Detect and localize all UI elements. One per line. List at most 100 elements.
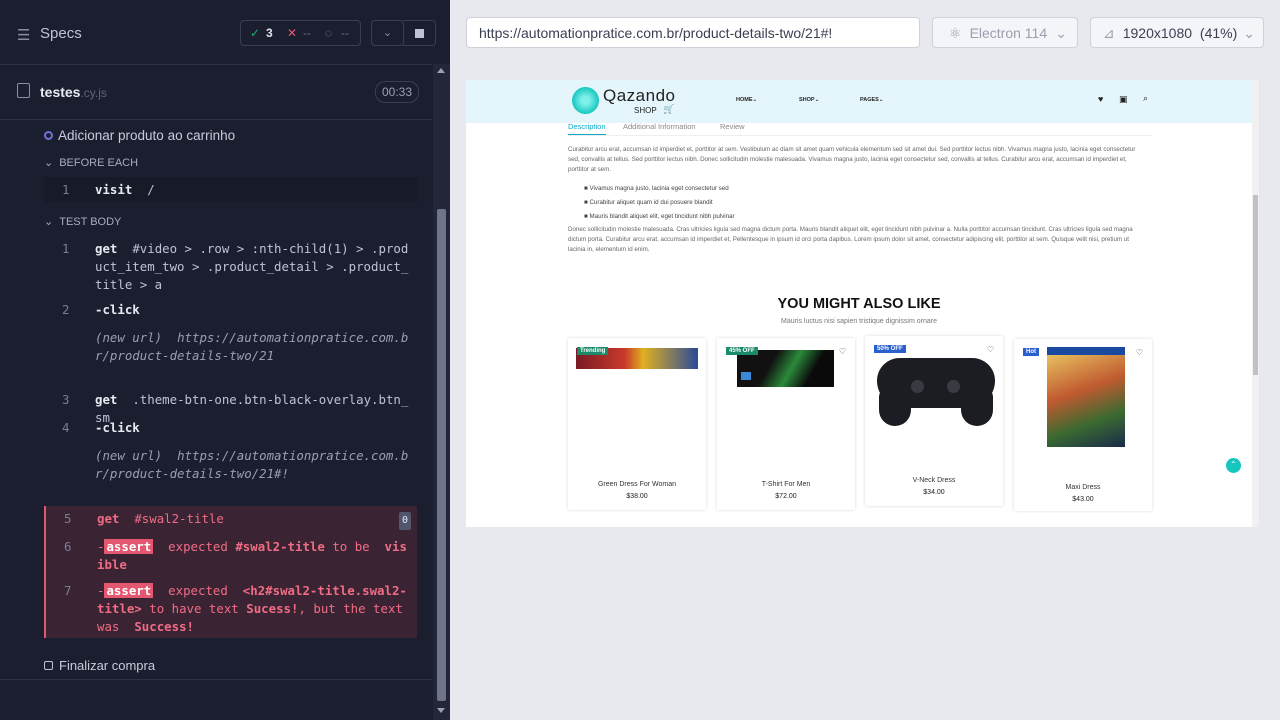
run-duration: 00:33 (375, 81, 420, 103)
tab-additional-information[interactable]: Additional Information (623, 122, 696, 131)
command-row[interactable]: 2 -click (44, 301, 417, 321)
command-body: (new url) https://automationpratice.com.… (95, 447, 411, 483)
chevron-down-icon: ⌄ (1243, 25, 1255, 41)
command-log-scrollbar[interactable] (433, 64, 450, 720)
command-row[interactable]: 3 get .theme-btn-one.btn-black-overlay.b… (44, 391, 417, 425)
section-subtitle: Mauris luctus nisi sapien tristique dign… (780, 318, 937, 325)
before-each-hook[interactable]: ⌄ BEFORE EACH (44, 156, 138, 169)
cart-icon[interactable]: ▣ (1119, 94, 1128, 105)
command-body: -click (95, 301, 411, 319)
viewport-size: 1920x1080 (1122, 25, 1193, 41)
electron-icon: ⚛ (949, 25, 962, 41)
chevron-up-icon: ⌃ (1230, 460, 1237, 469)
product-card[interactable]: Trending ♡ Green Dress For Woman $38.00 (568, 338, 706, 510)
command-name: -click (95, 420, 140, 435)
failed-command-group: 5 get #swal2-title 0 6 - assert expected … (44, 506, 417, 638)
product-card[interactable]: 45% OFF ♡ T-Shirt For Men $72.00 (717, 338, 855, 510)
heart-icon[interactable]: ♡ (1136, 348, 1143, 357)
command-row[interactable]: 1 get #video > .row > :nth-child(1) > .p… (44, 239, 417, 297)
command-number: 2 (62, 302, 70, 317)
command-arg: #swal2-title (134, 511, 224, 526)
product-card[interactable]: Hot ♡ Maxi Dress $43.00 (1014, 339, 1152, 511)
heart-icon[interactable]: ♡ (839, 347, 846, 356)
command-name: get (95, 241, 118, 256)
product-name[interactable]: T-Shirt For Men (717, 481, 855, 488)
nav-pages[interactable]: PAGES⌄ (860, 97, 883, 103)
assert-row[interactable]: 7 - assert expected <h2#swal2-title.swal2… (46, 582, 417, 638)
product-name[interactable]: Green Dress For Woman (568, 481, 706, 488)
description-paragraph: Donec sollicitudin molestie malesuada. C… (568, 226, 1133, 253)
test-body-hook[interactable]: ⌄ TEST BODY (44, 215, 121, 228)
specs-title[interactable]: Specs (40, 25, 82, 42)
scroll-up-arrow[interactable] (437, 68, 445, 73)
search-icon[interactable]: ⌕ (1143, 93, 1148, 104)
new-url-row[interactable]: (new url) https://automationpratice.com.… (44, 329, 417, 383)
product-badge: Trending (577, 347, 609, 355)
logo-text: Qazando (603, 86, 676, 105)
next-test-row[interactable]: Finalizar compra (44, 658, 155, 673)
chevron-down-icon: ⌄ (382, 27, 393, 39)
command-row[interactable]: 5 get #swal2-title 0 (46, 510, 417, 530)
list-item: ■ Curabitur aliquet quam id dui posuere … (584, 199, 713, 206)
aut-iframe[interactable]: Qazando SHOP 🛒 HOME⌄ SHOP⌄ PAGES⌄ ♥ ▣ ⌕ … (466, 80, 1259, 527)
site-logo[interactable]: Qazando SHOP 🛒 (572, 85, 675, 117)
controller-stick (947, 380, 960, 393)
fail-x-icon: ✕ (287, 26, 298, 40)
scrollbar-thumb[interactable] (437, 209, 446, 701)
page-scrollbar[interactable] (1252, 80, 1259, 527)
tab-review[interactable]: Review (720, 122, 745, 131)
chevron-down-icon: ⌄ (44, 157, 54, 169)
list-item: ■ Vivamus magna justo, lacinia eget cons… (584, 185, 729, 192)
wishlist-icon[interactable]: ♥ (1098, 94, 1103, 104)
test-title-row[interactable]: Adicionar produto ao carrinho (44, 128, 235, 143)
command-row[interactable]: 4 -click (44, 419, 417, 439)
command-number: 4 (62, 420, 70, 435)
command-log-panel: ☰ Specs ✓ 3 ✕ -- ◌ -- ⌄ testes.cy.js 00:… (0, 0, 450, 720)
scroll-to-top-button[interactable]: ⌃ (1226, 458, 1241, 473)
list-item-text: Curabitur aliquet quam id dui posuere bl… (589, 199, 713, 206)
command-number: 5 (64, 511, 72, 526)
command-body: -click (95, 419, 411, 437)
product-name[interactable]: Maxi Dress (1014, 484, 1152, 491)
divider (0, 679, 432, 680)
assert-selector: #swal2-title (235, 539, 325, 554)
product-card[interactable]: 50% OFF ♡ V-Neck Dress $34.00 (865, 336, 1003, 506)
list-item-text: Vivamus magna justo, lacinia eget consec… (589, 185, 729, 192)
scroll-down-arrow[interactable] (437, 708, 445, 713)
command-body: visit / (95, 181, 411, 199)
assert-row[interactable]: 6 - assert expected #swal2-title to be vi… (46, 538, 417, 578)
product-badge: Hot (1023, 348, 1039, 356)
command-row[interactable]: 1 visit / (44, 177, 417, 202)
test-title: Adicionar produto ao carrinho (58, 128, 236, 143)
specs-menu-icon[interactable]: ☰ (17, 26, 30, 44)
assert-tag: assert (104, 583, 154, 598)
command-number: 1 (62, 182, 70, 197)
product-name[interactable]: V-Neck Dress (865, 477, 1003, 484)
product-badge: 45% OFF (726, 347, 758, 355)
tab-description[interactable]: Description (568, 122, 606, 135)
command-body: get #video > .row > :nth-child(1) > .pro… (95, 240, 411, 294)
auto-scroll-toggle-button[interactable]: ⌄ (371, 20, 404, 46)
nav-home[interactable]: HOME⌄ (736, 97, 757, 103)
heart-icon[interactable]: ♡ (987, 345, 994, 354)
site-header: Qazando SHOP 🛒 HOME⌄ SHOP⌄ PAGES⌄ ♥ ▣ ⌕ (466, 80, 1252, 123)
section-title: YOU MIGHT ALSO LIKE (777, 296, 941, 312)
nav-shop[interactable]: SHOP⌄ (799, 97, 819, 103)
command-body: (new url) https://automationpratice.com.… (95, 329, 411, 365)
browser-selector[interactable]: ⚛ Electron 114 ⌄ (932, 17, 1078, 48)
url-bar[interactable]: https://automationpratice.com.br/product… (466, 17, 920, 48)
product-tabs: Description Additional Information Revie… (568, 122, 1152, 136)
nav-label: HOME (736, 97, 753, 103)
assert-text: expected (168, 583, 228, 598)
stop-button[interactable] (403, 20, 436, 46)
new-url-row[interactable]: (new url) https://automationpratice.com.… (44, 447, 417, 501)
spec-file-name[interactable]: testes.cy.js (40, 84, 107, 100)
page-scrollbar-thumb[interactable] (1253, 195, 1258, 375)
viewport-selector[interactable]: ⊿ 1920x1080 (41%) ⌄ (1090, 17, 1264, 48)
pending-count: -- (341, 26, 349, 40)
command-body: get #swal2-title (97, 510, 411, 528)
assert-expected: Sucess! (246, 601, 299, 616)
product-price: $38.00 (626, 493, 648, 500)
command-number: 6 (64, 539, 72, 554)
heart-icon[interactable]: ♡ (690, 347, 697, 356)
